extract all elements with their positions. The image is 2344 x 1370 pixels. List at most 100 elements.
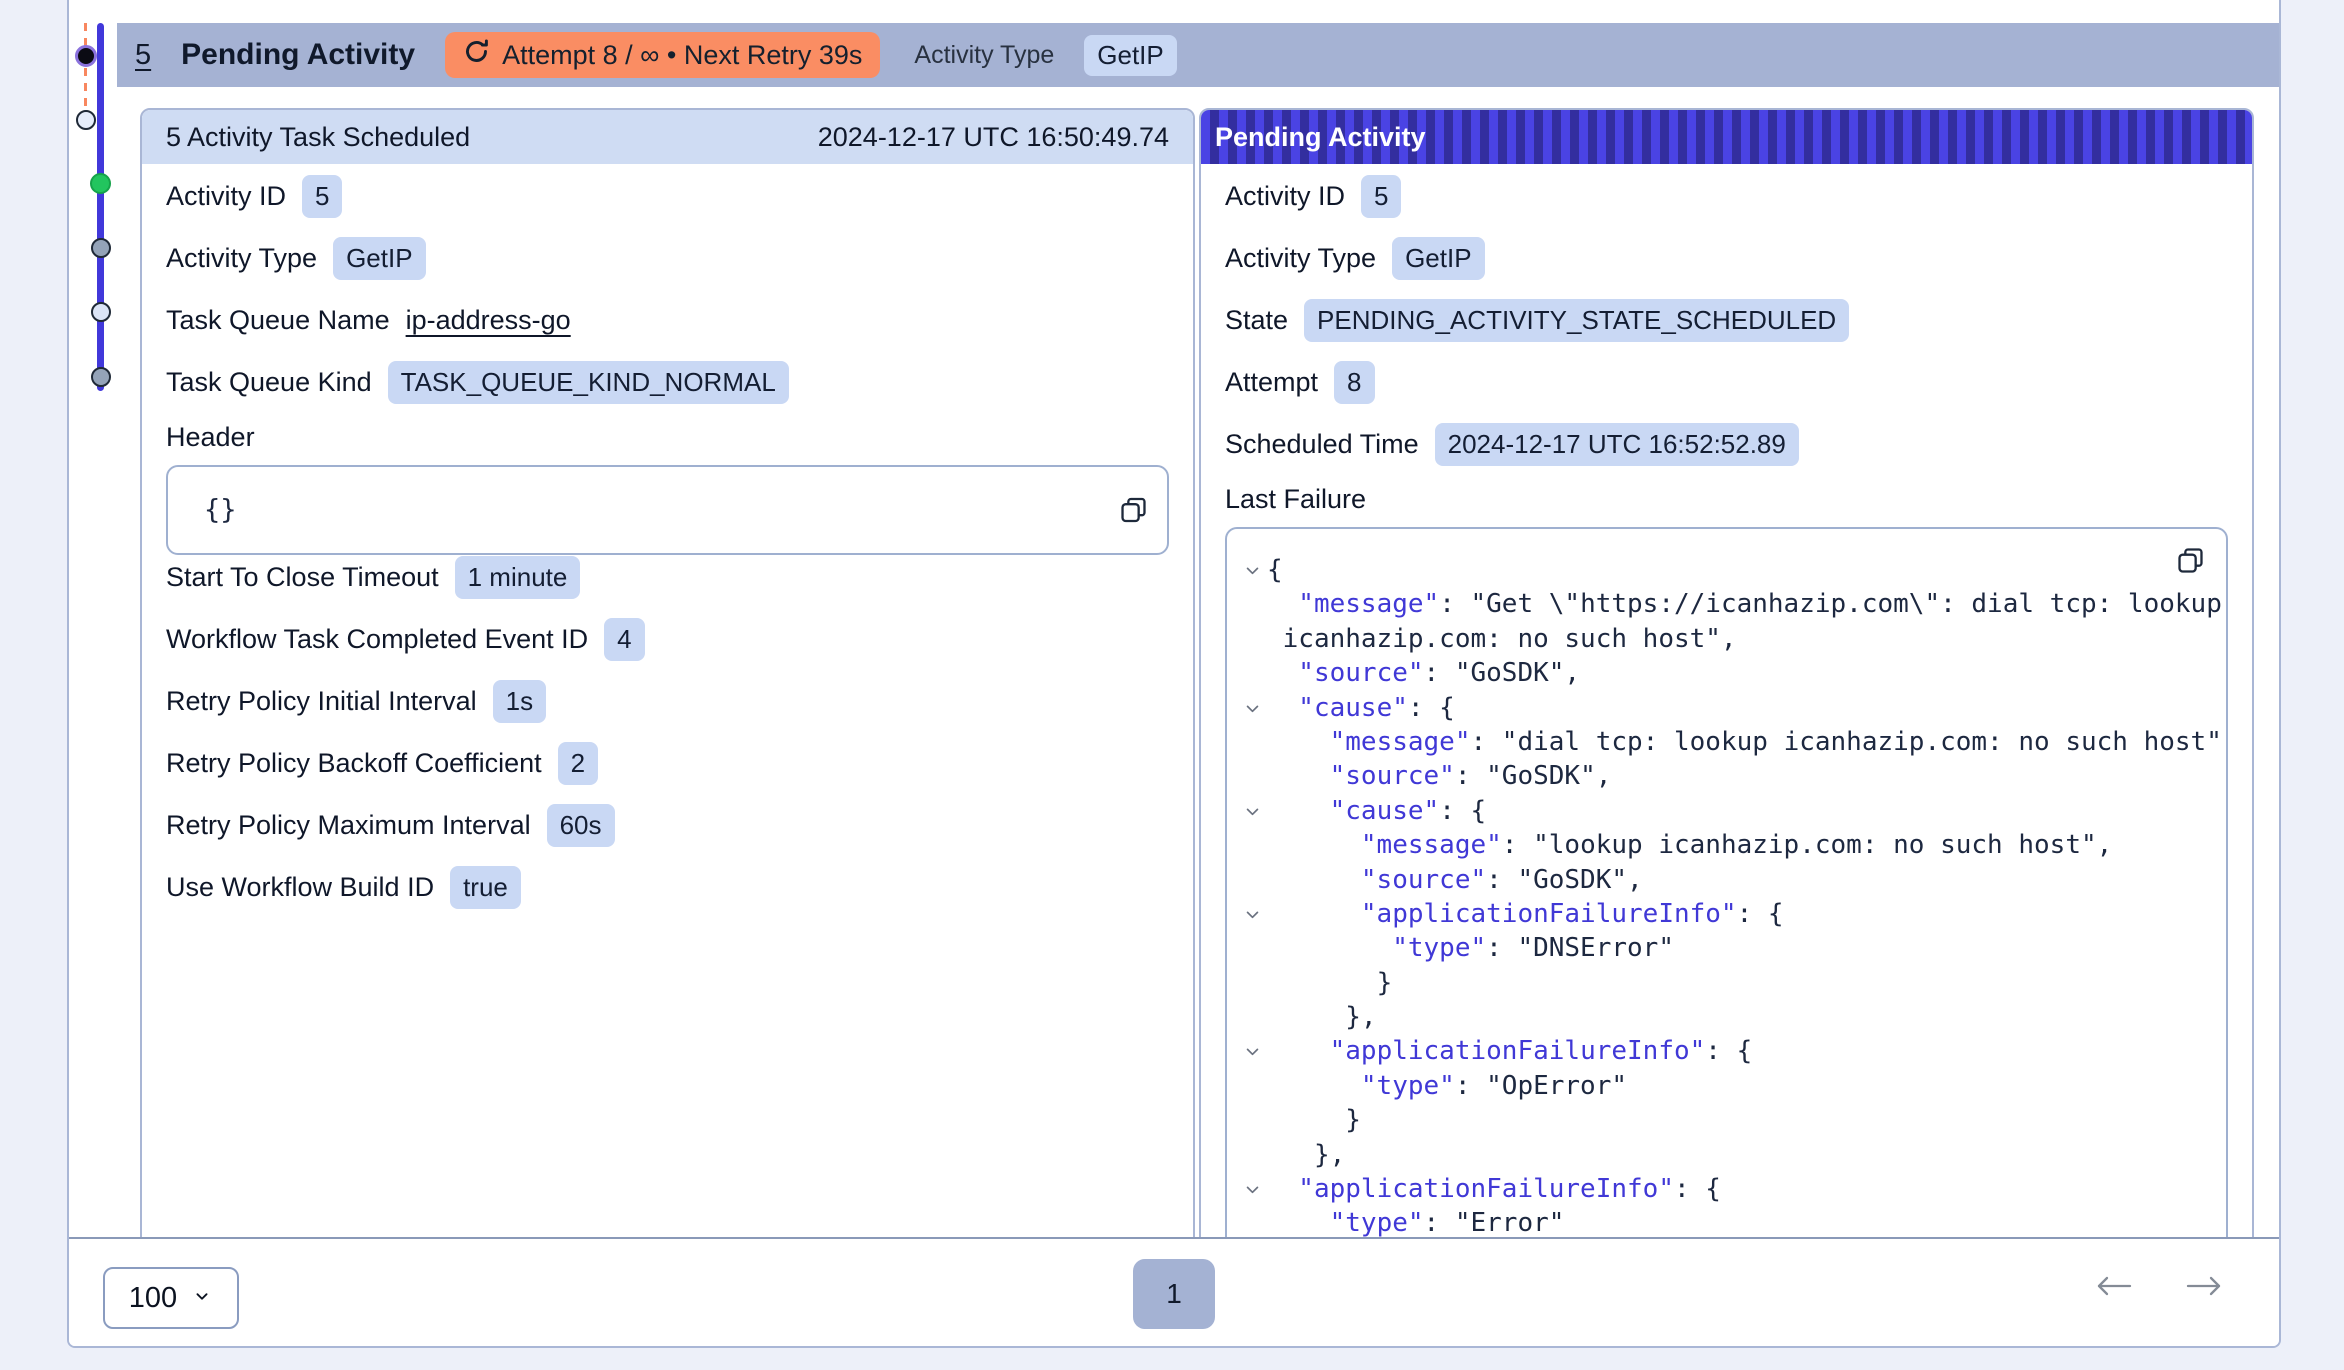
copy-icon[interactable] — [1118, 495, 1149, 526]
timeline-dot-event-light[interactable] — [91, 302, 111, 322]
json-gutter — [1237, 931, 1267, 940]
event-title: Pending Activity — [181, 38, 415, 72]
json-code-text: { — [1267, 553, 1283, 587]
json-code-text: "message": "lookup icanhazip.com: no suc… — [1267, 828, 2112, 862]
field-label: Scheduled Time — [1225, 429, 1419, 460]
field-value-badge: GetIP — [1392, 237, 1484, 280]
last-failure-label: Last Failure — [1225, 484, 2228, 515]
field-label: Retry Policy Initial Interval — [166, 686, 477, 717]
event-id-link[interactable]: 5 — [135, 39, 151, 72]
json-content: {"message": "Get \"https://icanhazip.com… — [1237, 553, 2206, 1237]
json-code-text: "message": "dial tcp: lookup icanhazip.c… — [1267, 725, 2228, 759]
header-payload-code: {} — [204, 495, 237, 526]
json-code-text: } — [1267, 966, 1392, 1000]
retry-status-badge: Attempt 8 / ∞ • Next Retry 39s — [445, 32, 880, 78]
json-code-text: } — [1267, 1103, 1361, 1137]
page-size-select[interactable]: 100 — [103, 1267, 239, 1329]
timeline-dot-event[interactable] — [91, 367, 111, 387]
field-label: Activity ID — [166, 181, 286, 212]
field-row-activity-type: Activity TypeGetIP — [1225, 236, 2228, 280]
selected-event-row[interactable]: 5 Pending Activity Attempt 8 / ∞ • Next … — [117, 23, 2279, 87]
json-code-text: "type": "DNSError" — [1267, 931, 1674, 965]
event-detail-area: 5 Activity Task Scheduled 2024-12-17 UTC… — [117, 87, 2279, 1237]
field-value-link[interactable]: ip-address-go — [406, 305, 571, 336]
field-row-workflow-task-completed-event-id: Workflow Task Completed Event ID4 — [166, 617, 1169, 661]
field-value-badge: 8 — [1334, 361, 1374, 404]
field-row-scheduled-time: Scheduled Time 2024-12-17 UTC 16:52:52.89 — [1225, 422, 2228, 466]
event-history-panel: 5 Pending Activity Attempt 8 / ∞ • Next … — [67, 0, 2281, 1348]
pending-activity-fields: Activity ID5Activity TypeGetIPStatePENDI… — [1225, 174, 2228, 466]
collapse-chevron-icon[interactable] — [1237, 1034, 1267, 1060]
field-value-badge: 1 minute — [455, 556, 581, 599]
json-gutter — [1237, 828, 1267, 837]
field-row-start-to-close-timeout: Start To Close Timeout 1 minute — [166, 555, 1169, 599]
header-payload-codebox[interactable]: {} — [166, 465, 1169, 555]
json-line: } — [1237, 1103, 2206, 1137]
retry-icon — [463, 38, 490, 72]
arrow-left-icon[interactable] — [2095, 1273, 2133, 1299]
collapse-chevron-icon[interactable] — [1237, 1172, 1267, 1198]
field-label: Start To Close Timeout — [166, 562, 439, 593]
collapse-chevron-icon[interactable] — [1237, 897, 1267, 923]
chevron-down-icon — [191, 1282, 213, 1315]
json-line: "message": "dial tcp: lookup icanhazip.c… — [1237, 725, 2206, 759]
field-value-badge: 2 — [558, 742, 598, 785]
json-code-text: "source": "GoSDK", — [1267, 759, 1611, 793]
field-row-activity-id: Activity ID5 — [166, 174, 1169, 218]
json-code-text: "message": "Get \"https://icanhazip.com\… — [1267, 587, 2222, 621]
page-size-value: 100 — [129, 1282, 177, 1315]
retry-status-text: Attempt 8 / ∞ • Next Retry 39s — [502, 40, 862, 71]
json-line: "message": "lookup icanhazip.com: no suc… — [1237, 828, 2206, 862]
field-value-badge: 60s — [547, 804, 615, 847]
timeline-dot-open[interactable] — [76, 110, 96, 130]
collapse-chevron-icon[interactable] — [1237, 691, 1267, 717]
timeline-dot-completed[interactable] — [90, 173, 111, 194]
timeline-dot-event[interactable] — [91, 238, 111, 258]
json-gutter — [1237, 656, 1267, 665]
json-line: "applicationFailureInfo": { — [1237, 1034, 2206, 1068]
json-line: "cause": { — [1237, 794, 2206, 828]
timeline-dot-pending-current[interactable] — [75, 45, 97, 67]
pagination-arrows — [2095, 1273, 2223, 1299]
json-code-text: "applicationFailureInfo": { — [1267, 897, 1784, 931]
json-code-text: }, — [1267, 1000, 1377, 1034]
field-row-retry-policy-backoff-coefficient: Retry Policy Backoff Coefficient2 — [166, 741, 1169, 785]
pagination-bar: 100 1 — [69, 1237, 2279, 1346]
field-row-activity-id: Activity ID5 — [1225, 174, 2228, 218]
event-history-page: 5 Pending Activity Attempt 8 / ∞ • Next … — [0, 0, 2344, 1370]
last-failure-json-viewer[interactable]: {"message": "Get \"https://icanhazip.com… — [1225, 527, 2228, 1237]
json-line: "source": "GoSDK", — [1237, 759, 2206, 793]
field-label: Activity Type — [166, 243, 317, 274]
arrow-right-icon[interactable] — [2185, 1273, 2223, 1299]
json-line: { — [1237, 553, 2206, 587]
json-gutter — [1237, 1000, 1267, 1009]
field-row-task-queue-kind: Task Queue KindTASK_QUEUE_KIND_NORMAL — [166, 360, 1169, 404]
activity-task-scheduled-header: 5 Activity Task Scheduled 2024-12-17 UTC… — [142, 110, 1193, 164]
json-code-text: "applicationFailureInfo": { — [1267, 1034, 1752, 1068]
json-line: "source": "GoSDK", — [1237, 656, 2206, 690]
pending-activity-card: Pending Activity Activity ID5 Activity Ty… — [1199, 108, 2254, 1237]
timeline-line — [97, 23, 104, 391]
field-value-badge: 2024-12-17 UTC 16:52:52.89 — [1435, 423, 1799, 466]
field-label: Attempt — [1225, 367, 1318, 398]
json-gutter — [1237, 1103, 1267, 1112]
field-label: Task Queue Name — [166, 305, 390, 336]
json-gutter — [1237, 725, 1267, 734]
pending-activity-title: Pending Activity — [1215, 122, 1426, 153]
event-card-title: 5 Activity Task Scheduled — [166, 122, 470, 153]
collapse-chevron-icon[interactable] — [1237, 553, 1267, 579]
field-value-badge: GetIP — [333, 237, 425, 280]
activity-task-scheduled-body: Activity ID5 Activity Type GetIP Task Queue… — [142, 164, 1193, 909]
json-code-text: "cause": { — [1267, 794, 1486, 828]
field-row-retry-policy-initial-interval: Retry Policy Initial Interval1s — [166, 679, 1169, 723]
json-code-text: "cause": { — [1267, 691, 1455, 725]
current-page-button[interactable]: 1 — [1133, 1259, 1215, 1329]
json-line: "source": "GoSDK", — [1237, 863, 2206, 897]
event-attr-label: Activity Type — [914, 41, 1054, 70]
json-line: }, — [1237, 1000, 2206, 1034]
field-value-badge: 4 — [604, 618, 644, 661]
copy-icon[interactable] — [2175, 545, 2206, 576]
collapse-chevron-icon[interactable] — [1237, 794, 1267, 820]
field-row-use-workflow-build-id: Use Workflow Build IDtrue — [166, 865, 1169, 909]
json-line: "message": "Get \"https://icanhazip.com\… — [1237, 587, 2206, 621]
